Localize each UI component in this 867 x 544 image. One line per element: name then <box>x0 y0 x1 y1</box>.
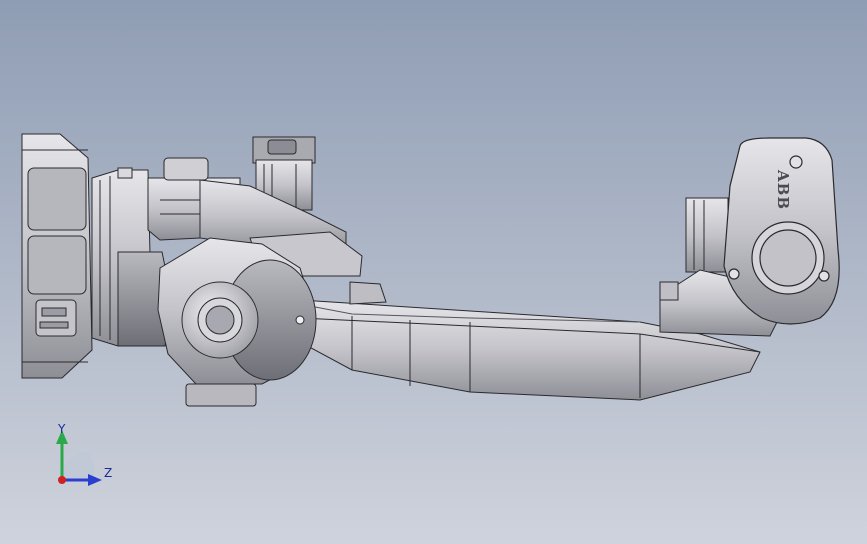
elbow-housing[interactable] <box>723 137 840 325</box>
robot-arm-model[interactable] <box>0 0 867 544</box>
y-axis-label: Y <box>58 422 66 436</box>
z-axis-label: Z <box>104 466 113 480</box>
triad-axes-icon <box>56 430 102 486</box>
cad-viewport[interactable]: ABB Y Z <box>0 0 867 544</box>
shoulder-joint[interactable] <box>157 237 317 407</box>
base-flange[interactable] <box>21 133 93 379</box>
abb-logo: ABB <box>774 170 792 210</box>
coordinate-triad: Y Z <box>40 418 130 498</box>
